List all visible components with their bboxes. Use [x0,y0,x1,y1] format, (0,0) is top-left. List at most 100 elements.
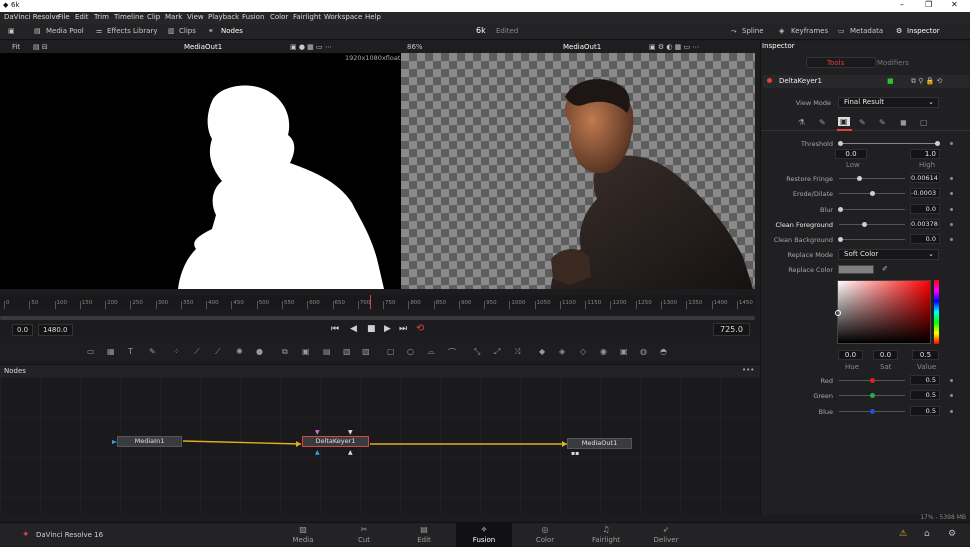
paint-tool-icon[interactable]: ▦ [107,347,115,356]
threshold-high-knob[interactable] [935,141,940,146]
menu-workspace[interactable]: Workspace [324,13,362,21]
rgb-slider-knob[interactable] [870,393,875,399]
rectangle-mask-icon[interactable]: ▢ [387,347,395,356]
menu-playback[interactable]: Playback [208,13,239,21]
threshold-high-field[interactable]: 1.0 [910,149,940,159]
play-reverse-icon[interactable]: ◀ [350,324,357,334]
view-mode-dropdown[interactable]: Final Result ⌄ [838,97,939,108]
layout-icon[interactable]: ▤ ⊟ [33,43,48,51]
panel-toggle-icon[interactable]: ▣ [8,27,15,35]
page-tab-color[interactable]: ◎ Color [517,523,573,547]
viewer-right-options-icon[interactable]: ▣ ⚙ ◐ ▦ ▭ ⋯ [649,43,699,51]
eyedropper-icon[interactable]: ✐ [882,265,888,273]
param-slider-knob[interactable] [862,221,868,227]
spline-button[interactable]: Spline [742,27,764,35]
planar-tracker-icon[interactable]: ⤢ [494,347,500,357]
menu-help[interactable]: Help [365,13,381,21]
hue-strip[interactable] [934,280,939,344]
replace-color-swatch[interactable] [838,265,874,274]
tool-enable-toggle[interactable] [767,78,772,83]
minimize-button[interactable]: – [900,0,904,9]
param-slider-knob[interactable] [838,206,843,212]
pre-matte-tab-icon[interactable]: ⚗ [798,118,805,127]
tab-tools[interactable]: Tools [806,57,876,68]
media-pool-icon[interactable]: ▤ [34,27,41,35]
param-value-field[interactable]: 0.00378 [910,218,940,229]
tool-color-icon[interactable]: ■ [887,77,894,85]
3d-text-icon[interactable]: ◈ [559,347,565,356]
rgb-value-field[interactable]: 0.5 [910,390,940,401]
sat-field[interactable]: 0.0 [873,350,898,360]
page-tab-edit[interactable]: ▤ Edit [396,523,452,547]
threshold-low-knob[interactable] [838,141,843,146]
node-deltakeyer[interactable]: DeltaKeyer1 [302,436,369,447]
menu-view[interactable]: View [187,13,204,21]
viewer-right-result[interactable] [401,53,755,289]
rgb-value-field[interactable]: 0.5 [910,375,940,385]
bspline-mask-icon[interactable]: ⌒ [448,347,456,358]
media-pool-button[interactable]: Media Pool [46,27,84,35]
3d-merge-icon[interactable]: ◇ [580,347,586,356]
page-tab-media[interactable]: ▨ Media [275,523,331,547]
warning-icon[interactable]: ⚠ [899,529,907,539]
go-to-start-icon[interactable]: ⏮ [331,324,339,334]
playhead[interactable] [370,295,372,309]
hue-field[interactable]: 0.0 [838,350,863,360]
menu-clip[interactable]: Clip [147,13,160,21]
channel-tool-icon[interactable]: ▣ [302,347,310,356]
clips-button[interactable]: Clips [179,27,196,35]
matte-tab-icon[interactable]: ✎ [819,118,826,127]
param-slider[interactable] [839,239,905,241]
menu-color[interactable]: Color [270,13,288,21]
param-keyframe-dot[interactable] [950,177,953,180]
tool-header[interactable]: DeltaKeyer1 ■ ⧉ ⚲ 🔒 ⟲ [763,75,969,88]
color-tool-icon[interactable]: ▨ [362,347,370,356]
menu-trim[interactable]: Trim [94,13,109,21]
menu-edit[interactable]: Edit [75,13,89,21]
param-keyframe-dot[interactable] [950,238,953,242]
ellipse-mask-icon[interactable]: ○ [407,347,414,356]
param-slider-knob[interactable] [857,176,863,181]
viewer-left-zoom[interactable]: Fit [12,43,20,51]
viewer-left-matte[interactable]: 1920x1080xfloat32 [0,53,401,289]
polygon-tool-icon[interactable]: ⟋ [194,347,200,357]
scrub-bar[interactable] [0,316,755,320]
maximize-button[interactable]: ❐ [925,0,932,9]
deltakeyer-effect-mask-port[interactable]: ▲ [348,449,353,456]
viewer-right-zoom[interactable]: 86% [407,43,423,51]
page-tab-fairlight[interactable]: ♫ Fairlight [578,523,634,547]
key-tab-icon[interactable]: ▣ [838,117,850,126]
metadata-icon[interactable]: ▭ [838,27,845,35]
light-tool-icon[interactable]: ✺ [236,347,243,356]
metadata-button[interactable]: Metadata [850,27,883,35]
param-slider[interactable] [839,208,905,210]
mask-tab-icon[interactable]: ◼ [900,118,907,127]
3d-shape-icon[interactable]: ◆ [539,347,545,356]
matte-tool-icon[interactable]: ▤ [323,347,331,356]
3d-camera-icon[interactable]: ▣ [620,347,628,356]
color-picker-field[interactable] [835,280,931,344]
deltakeyer-clean-plate-port[interactable]: ▲ [315,449,320,456]
settings-tab-icon[interactable]: ▢ [920,118,928,127]
current-time-field[interactable]: 725.0 [713,323,750,336]
value-field[interactable]: 0.5 [912,350,939,360]
rgb-slider-knob[interactable] [870,378,875,383]
effects-library-button[interactable]: Effects Library [107,27,158,35]
viewer-left-options-icon[interactable]: ▣ ● ▦ ▭ ⋯ [290,43,332,51]
menu-file[interactable]: File [58,13,70,21]
rgb-keyframe-dot[interactable] [950,394,953,398]
param-keyframe-dot[interactable] [950,192,953,196]
rgb-keyframe-dot[interactable] [950,379,953,382]
polygon-mask-icon[interactable]: ⌓ [428,347,434,357]
tuning-tab-icon[interactable]: ✎ [879,118,886,127]
keyframes-icon[interactable]: ◈ [779,27,784,35]
bspline-tool-icon[interactable]: ⟋ [215,347,221,357]
home-icon[interactable]: ⌂ [924,529,930,539]
menu-fusion[interactable]: Fusion [242,13,264,21]
nodes-options-icon[interactable]: ••• [742,366,754,374]
param-slider-knob[interactable] [870,191,875,197]
loop-icon[interactable]: ⟲ [416,323,424,334]
blur-tool-icon[interactable]: ▧ [343,347,351,356]
rgb-value-field[interactable]: 0.5 [910,405,940,416]
brush-tool-icon[interactable]: ✎ [149,347,156,356]
